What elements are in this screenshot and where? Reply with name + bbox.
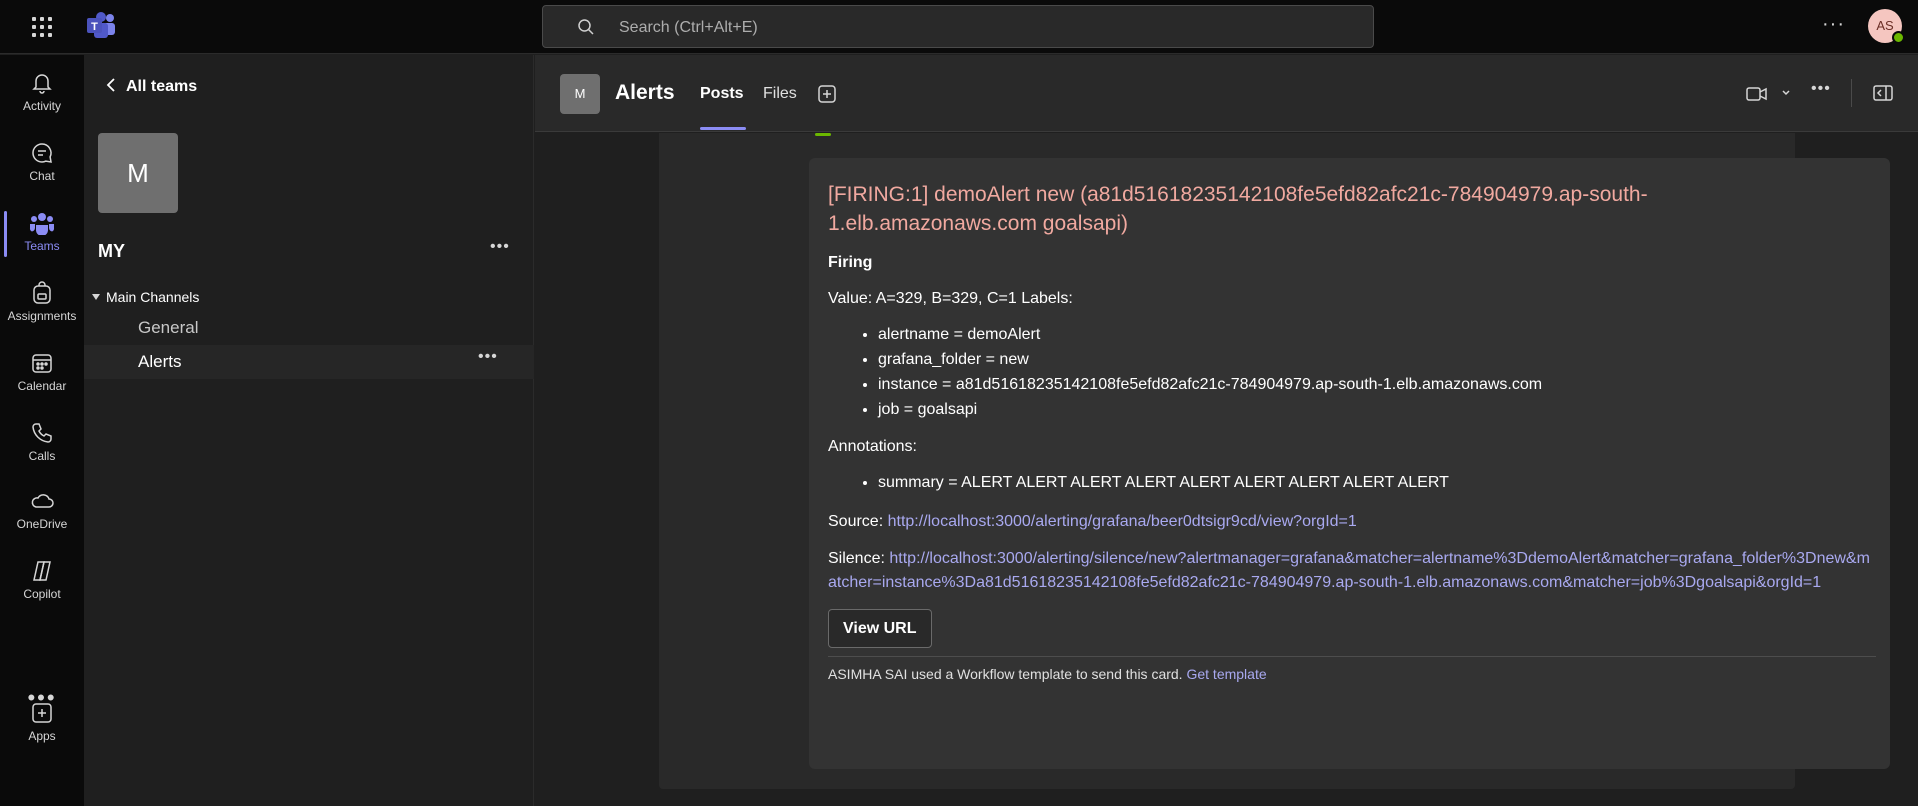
phone-icon <box>32 423 52 443</box>
view-url-button[interactable]: View URL <box>828 609 932 648</box>
header-more-options-icon[interactable]: ••• <box>1811 80 1831 98</box>
rail-item-calls[interactable]: Calls <box>0 413 84 473</box>
caret-down-icon <box>92 294 100 300</box>
user-avatar[interactable]: AS <box>1868 9 1905 44</box>
rail-label: Apps <box>28 729 56 743</box>
silence-line: Silence: http://localhost:3000/alerting/… <box>828 547 1871 595</box>
add-app-icon <box>32 703 52 723</box>
list-item: job = goalsapi <box>878 397 1871 422</box>
channel-label: Alerts <box>138 352 182 371</box>
rail-item-onedrive[interactable]: OneDrive <box>0 481 84 541</box>
backpack-icon <box>33 281 51 304</box>
channel-item-general[interactable]: General <box>84 311 534 345</box>
alert-status: Firing <box>828 254 873 271</box>
presence-available-icon <box>1892 31 1905 44</box>
teams-icon <box>29 213 55 235</box>
channel-label: General <box>138 318 199 337</box>
rail-label: Activity <box>22 99 61 113</box>
tab-posts[interactable]: Posts <box>700 85 746 130</box>
all-teams-label: All teams <box>126 78 198 95</box>
source-line: Source: http://localhost:3000/alerting/g… <box>828 513 1871 531</box>
channel-item-alerts[interactable]: Alerts ••• <box>84 345 534 379</box>
rail-item-copilot[interactable]: Copilot <box>0 551 84 611</box>
open-pane-icon[interactable] <box>1873 84 1893 102</box>
cloud-icon <box>31 494 54 508</box>
footer-text: ASIMHA SAI used a Workflow template to s… <box>828 666 1183 682</box>
rail-item-activity[interactable]: Activity <box>0 63 84 123</box>
rail-item-apps[interactable]: Apps <box>0 693 84 753</box>
channel-avatar: M <box>560 74 600 114</box>
search-placeholder: Search (Ctrl+Alt+E) <box>619 19 758 36</box>
video-call-icon[interactable] <box>1745 85 1769 103</box>
reaction-indicator <box>815 133 831 136</box>
chevron-down-icon[interactable] <box>1781 88 1791 98</box>
add-tab-icon[interactable] <box>817 84 837 104</box>
posts-area: [FIRING:1] demoAlert new (a81d5161823514… <box>535 133 1918 806</box>
silence-link[interactable]: http://localhost:3000/alerting/silence/n… <box>828 550 1870 591</box>
calendar-icon <box>32 354 52 373</box>
user-initials: AS <box>1876 18 1894 33</box>
channel-header: M Alerts Posts Files ••• <box>535 55 1918 132</box>
list-item: summary = ALERT ALERT ALERT ALERT ALERT … <box>878 470 1871 495</box>
header-divider <box>1851 79 1852 107</box>
channel-title: Alerts <box>615 81 675 104</box>
rail-label: OneDrive <box>16 517 68 531</box>
more-options-icon[interactable]: ··· <box>1822 13 1845 36</box>
all-teams-link[interactable]: All teams <box>106 77 197 96</box>
search-input[interactable]: Search (Ctrl+Alt+E) <box>542 5 1374 48</box>
chevron-left-icon <box>106 78 115 92</box>
rail-item-assignments[interactable]: Assignments <box>0 273 84 333</box>
adaptive-card: [FIRING:1] demoAlert new (a81d5161823514… <box>809 158 1890 769</box>
card-footer: ASIMHA SAI used a Workflow template to s… <box>828 666 1871 682</box>
source-label: Source: <box>828 513 884 530</box>
get-template-link[interactable]: Get template <box>1186 666 1266 682</box>
app-rail: Activity Chat Teams Assignments Calendar… <box>0 55 84 806</box>
main-channels-section[interactable]: Main Channels <box>92 289 199 305</box>
chat-icon <box>32 143 52 163</box>
message: [FIRING:1] demoAlert new (a81d5161823514… <box>659 133 1890 789</box>
list-item: grafana_folder = new <box>878 347 1871 372</box>
list-item: alertname = demoAlert <box>878 322 1871 347</box>
card-divider <box>828 656 1876 657</box>
rail-label: Assignments <box>7 309 77 323</box>
tab-files[interactable]: Files <box>763 85 797 103</box>
app-launcher-icon[interactable] <box>30 15 54 39</box>
team-name: MY <box>98 241 125 261</box>
team-avatar: M <box>98 133 178 213</box>
rail-label: Chat <box>29 169 55 183</box>
rail-label: Teams <box>24 239 60 253</box>
copilot-icon <box>33 561 51 581</box>
section-label: Main Channels <box>106 289 200 305</box>
rail-item-teams[interactable]: Teams <box>0 203 84 263</box>
rail-item-calendar[interactable]: Calendar <box>0 343 84 403</box>
top-bar: T Search (Ctrl+Alt+E) ··· AS <box>0 0 1918 54</box>
rail-item-chat[interactable]: Chat <box>0 133 84 193</box>
alert-value-line: Value: A=329, B=329, C=1 Labels: <box>828 290 1073 307</box>
team-more-options-icon[interactable]: ••• <box>490 238 510 256</box>
list-item: instance = a81d51618235142108fe5efd82afc… <box>878 372 1871 397</box>
bell-icon <box>32 74 52 94</box>
annotations-list: summary = ALERT ALERT ALERT ALERT ALERT … <box>828 470 1871 495</box>
labels-list: alertname = demoAlert grafana_folder = n… <box>828 322 1871 422</box>
rail-label: Calendar <box>17 379 67 393</box>
rail-label: Copilot <box>23 587 61 601</box>
source-link[interactable]: http://localhost:3000/alerting/grafana/b… <box>888 513 1357 530</box>
teams-logo-icon: T <box>87 12 115 38</box>
silence-label: Silence: <box>828 550 885 567</box>
search-icon <box>578 19 594 35</box>
channel-more-options-icon[interactable]: ••• <box>478 348 498 366</box>
annotations-heading: Annotations: <box>828 438 917 455</box>
svg-text:T: T <box>91 21 98 33</box>
rail-label: Calls <box>28 449 56 463</box>
team-panel: All teams M MY ••• Main Channels General… <box>84 55 534 806</box>
alert-title: [FIRING:1] demoAlert new (a81d5161823514… <box>828 183 1648 235</box>
